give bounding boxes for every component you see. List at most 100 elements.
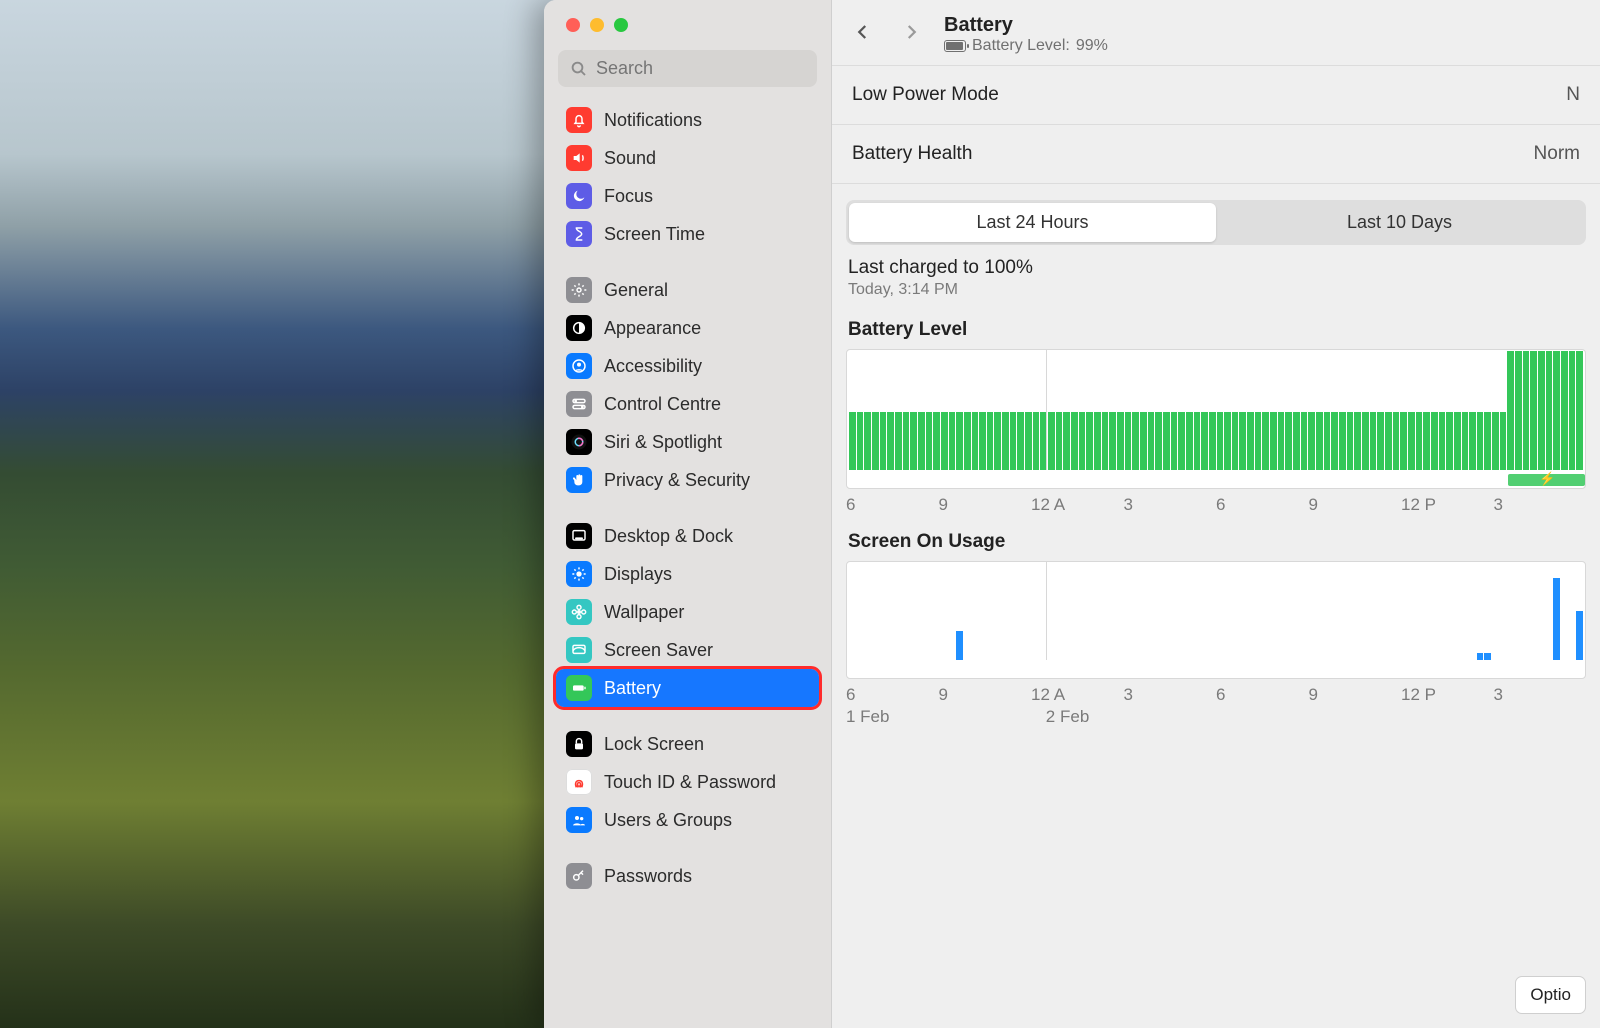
last-charged-title: Last charged to 100% [848,257,1584,279]
window-controls [544,0,831,32]
sidebar-item-displays[interactable]: Displays [556,555,819,593]
segment-last-10d[interactable]: Last 10 Days [1216,203,1583,242]
axis-tick: 2 Feb [1046,707,1089,727]
sidebar-item-general[interactable]: General [556,271,819,309]
sidebar-item-label: Privacy & Security [604,470,750,491]
search-input[interactable] [596,58,805,79]
sidebar-item-label: General [604,280,668,301]
sidebar-item-label: Control Centre [604,394,721,415]
axis-tick: 12 P [1401,495,1494,515]
segment-last-24h[interactable]: Last 24 Hours [849,203,1216,242]
sidebar-item-label: Appearance [604,318,701,339]
section-title-battery-level: Battery Level [832,303,1600,349]
sidebar-item-label: Wallpaper [604,602,684,623]
sidebar-item-label: Desktop & Dock [604,526,733,547]
search-icon [570,60,588,78]
sidebar-item-users[interactable]: Users & Groups [556,801,819,839]
sidebar-item-control-centre[interactable]: Control Centre [556,385,819,423]
sidebar-item-screen-saver[interactable]: Screen Saver [556,631,819,669]
lock-screen-icon [566,731,592,757]
page-subtitle: Battery Level: 99% [944,37,1108,55]
screen-on-chart [846,561,1586,679]
battery-icon [566,675,592,701]
axis-tick: 9 [1309,685,1402,705]
row-value: Norm [1534,143,1580,165]
sidebar-item-label: Siri & Spotlight [604,432,722,453]
row-label: Battery Health [852,143,972,165]
sidebar-item-desktop-dock[interactable]: Desktop & Dock [556,517,819,555]
axis-tick: 9 [939,495,1032,515]
row-low-power-mode[interactable]: Low Power Mode N [832,66,1600,125]
system-settings-window: Notifications Sound Focus Screen Time Genera… [544,0,1600,1028]
time-range-segmented[interactable]: Last 24 Hours Last 10 Days [846,200,1586,245]
axis-tick: 9 [1309,495,1402,515]
control-centre-icon [566,391,592,417]
notifications-icon [566,107,592,133]
sidebar-item-label: Screen Time [604,224,705,245]
page-title: Battery [944,14,1108,37]
appearance-icon [566,315,592,341]
axis-tick: 12 P [1401,685,1494,705]
sidebar-item-privacy[interactable]: Privacy & Security [556,461,819,499]
axis-tick: 3 [1494,685,1587,705]
users-icon [566,807,592,833]
sidebar-item-label: Lock Screen [604,734,704,755]
sidebar: Notifications Sound Focus Screen Time Genera… [544,0,832,1028]
axis-tick: 3 [1124,685,1217,705]
sidebar-item-appearance[interactable]: Appearance [556,309,819,347]
sidebar-item-label: Users & Groups [604,810,732,831]
sidebar-item-label: Accessibility [604,356,702,377]
row-label: Low Power Mode [852,84,999,106]
sidebar-item-label: Passwords [604,866,692,887]
sidebar-item-label: Displays [604,564,672,585]
chevron-left-icon [854,20,872,44]
sidebar-item-notifications[interactable]: Notifications [556,101,819,139]
battery-level-axis: 6912 A36912 P3 [832,489,1600,515]
axis-tick: 6 [846,495,939,515]
zoom-window-button[interactable] [614,18,628,32]
axis-tick: 3 [1124,495,1217,515]
sidebar-item-touch-id[interactable]: Touch ID & Password [556,763,819,801]
sidebar-list: Notifications Sound Focus Screen Time Genera… [544,97,831,917]
sidebar-item-label: Notifications [604,110,702,131]
passwords-icon [566,863,592,889]
sidebar-item-label: Focus [604,186,653,207]
displays-icon [566,561,592,587]
nav-back-button[interactable] [848,16,878,53]
axis-tick: 1 Feb [846,707,1046,727]
sidebar-item-siri[interactable]: Siri & Spotlight [556,423,819,461]
content-header: Battery Battery Level: 99% [832,0,1600,65]
touch-id-icon [566,769,592,795]
options-button[interactable]: Optio [1515,976,1586,1014]
sidebar-item-lock-screen[interactable]: Lock Screen [556,725,819,763]
last-charged-time: Today, 3:14 PM [848,281,1584,299]
wallpaper-icon [566,599,592,625]
close-window-button[interactable] [566,18,580,32]
sidebar-item-sound[interactable]: Sound [556,139,819,177]
desktop-dock-icon [566,523,592,549]
sidebar-item-accessibility[interactable]: Accessibility [556,347,819,385]
minimize-window-button[interactable] [590,18,604,32]
row-value: N [1566,84,1580,106]
nav-forward-button[interactable] [896,16,926,53]
screen-on-date-axis: 1 Feb2 Feb [832,705,1600,735]
sidebar-search[interactable] [558,50,817,87]
axis-tick: 6 [846,685,939,705]
sidebar-item-passwords[interactable]: Passwords [556,857,819,895]
battery-level-chart: ⚡ [846,349,1586,489]
sidebar-item-wallpaper[interactable]: Wallpaper [556,593,819,631]
sidebar-item-label: Touch ID & Password [604,772,776,793]
sidebar-item-focus[interactable]: Focus [556,177,819,215]
focus-icon [566,183,592,209]
axis-tick: 9 [939,685,1032,705]
sidebar-item-label: Sound [604,148,656,169]
content-pane: Battery Battery Level: 99% Low Power Mod… [832,0,1600,1028]
sidebar-item-screen-time[interactable]: Screen Time [556,215,819,253]
privacy-icon [566,467,592,493]
axis-tick: 12 A [1031,685,1124,705]
row-battery-health[interactable]: Battery Health Norm [832,125,1600,183]
axis-tick: 3 [1494,495,1587,515]
chevron-right-icon [902,20,920,44]
axis-tick: 6 [1216,495,1309,515]
sidebar-item-battery[interactable]: Battery [556,669,819,707]
